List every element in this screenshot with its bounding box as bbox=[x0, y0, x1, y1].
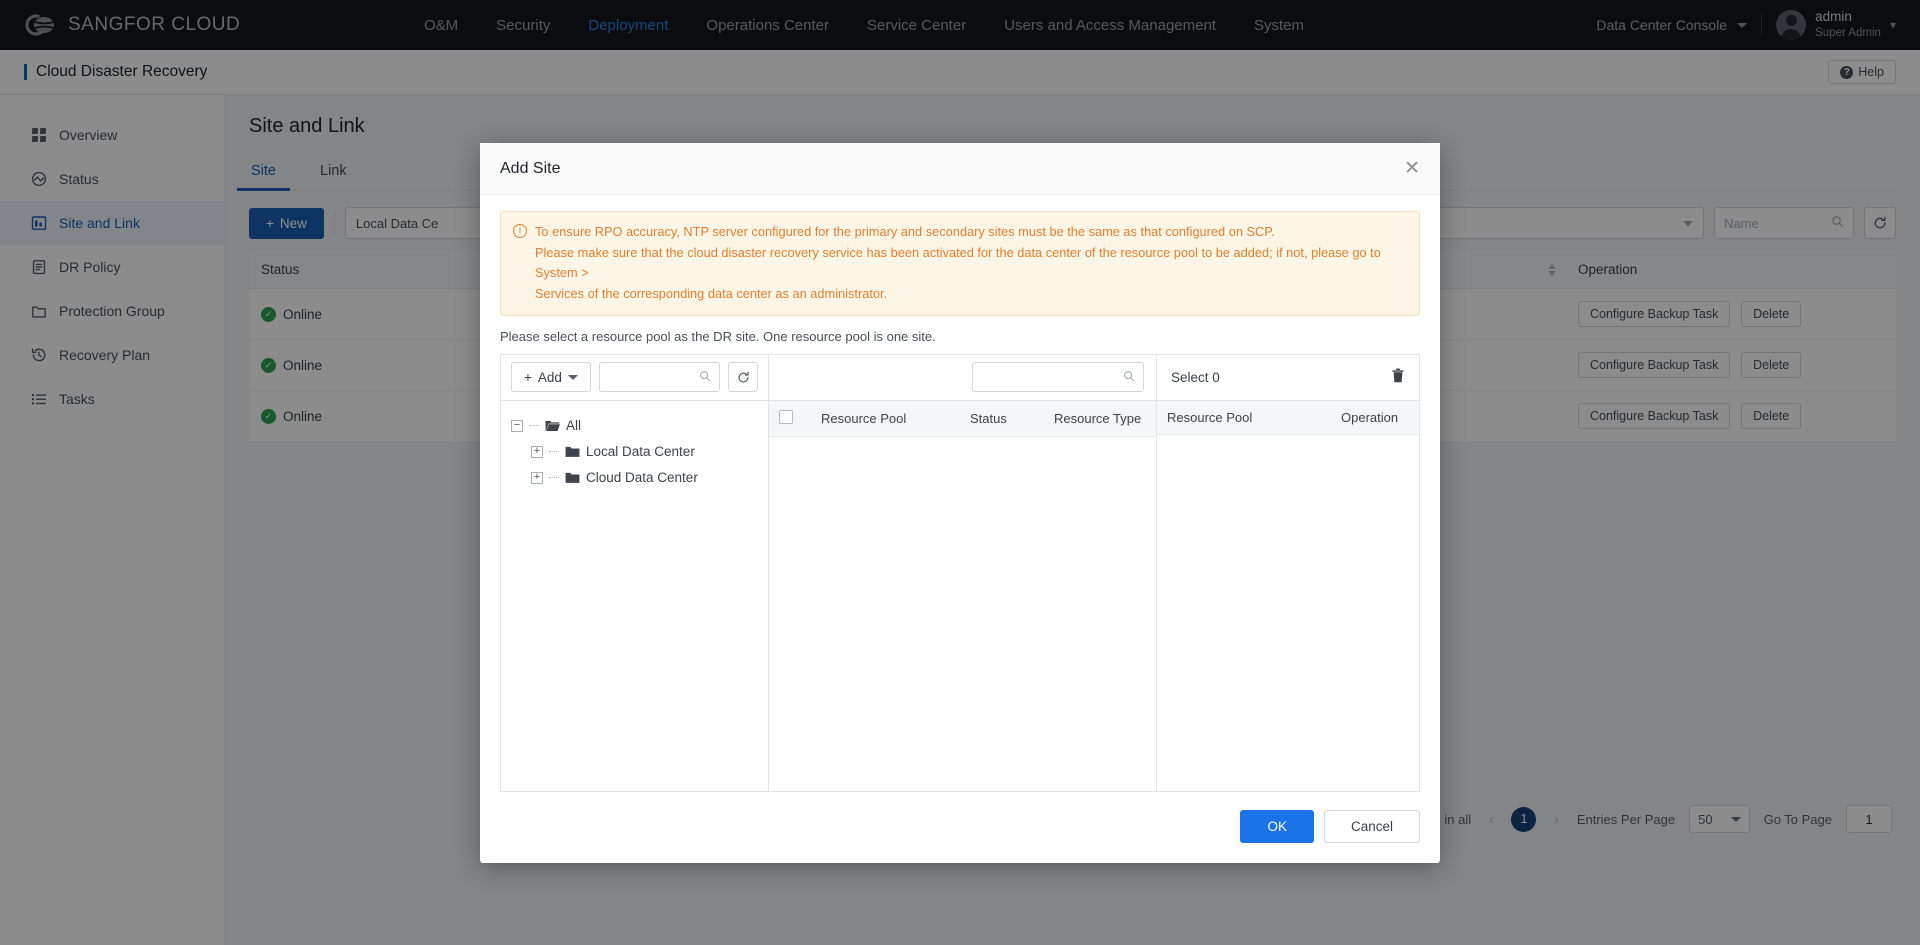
trash-icon[interactable] bbox=[1391, 368, 1405, 386]
add-dropdown-button[interactable]: + Add bbox=[511, 362, 591, 393]
select-all-checkbox[interactable] bbox=[779, 409, 793, 424]
tree-node-label: Local Data Center bbox=[586, 444, 695, 460]
tree-collapse-toggle[interactable]: − bbox=[511, 419, 523, 432]
dialog-header: Add Site ✕ bbox=[480, 143, 1440, 195]
tree-toolbar: + Add bbox=[501, 355, 768, 401]
column-header-resource-pool: Resource Pool bbox=[811, 400, 960, 437]
dialog-body: i To ensure RPO accuracy, NTP server con… bbox=[480, 195, 1440, 810]
tree-node-label: Cloud Data Center bbox=[586, 470, 698, 486]
selected-count-label: Select 0 bbox=[1171, 369, 1220, 385]
tree-node-cloud-data-center[interactable]: + Cloud Data Center bbox=[511, 465, 758, 491]
close-icon[interactable]: ✕ bbox=[1404, 159, 1420, 178]
tree-node-label: All bbox=[566, 418, 582, 434]
alert-line-1: To ensure RPO accuracy, NTP server confi… bbox=[535, 224, 1275, 239]
add-site-dialog: Add Site ✕ i To ensure RPO accuracy, NTP… bbox=[480, 143, 1440, 863]
select-all-header bbox=[769, 400, 811, 437]
tree-expand-toggle[interactable]: + bbox=[531, 445, 543, 458]
plus-icon: + bbox=[524, 369, 532, 385]
cancel-button[interactable]: Cancel bbox=[1323, 809, 1420, 843]
alert-banner: i To ensure RPO accuracy, NTP server con… bbox=[500, 211, 1420, 316]
tree-connector bbox=[549, 451, 559, 453]
alert-line-3: Services of the corresponding data cente… bbox=[535, 286, 888, 302]
tree-node-all[interactable]: − All bbox=[511, 413, 758, 439]
column-header-resource-pool: Resource Pool bbox=[1157, 400, 1331, 435]
resource-pool-pane: Resource Pool Status Resource Type bbox=[769, 354, 1157, 791]
tree-node-local-data-center[interactable]: + Local Data Center bbox=[511, 439, 758, 465]
app-root: SANGFOR CLOUD O&M Security Deployment Op… bbox=[0, 0, 1920, 945]
folder-icon bbox=[565, 472, 580, 484]
dialog-hint: Please select a resource pool as the DR … bbox=[500, 328, 936, 344]
tree-search-input[interactable] bbox=[607, 369, 699, 385]
search-icon bbox=[1123, 369, 1135, 385]
dialog-title: Add Site bbox=[500, 159, 561, 177]
table-header-row: Resource Pool Status Resource Type bbox=[769, 400, 1156, 437]
tree-connector bbox=[549, 477, 559, 479]
resource-pool-toolbar bbox=[769, 355, 1156, 401]
resource-pool-search-box[interactable] bbox=[972, 362, 1144, 393]
tree-connector bbox=[529, 425, 539, 427]
selected-count-bar: Select 0 bbox=[1157, 355, 1419, 401]
selected-table: Resource Pool Operation bbox=[1157, 400, 1419, 435]
folder-open-icon bbox=[545, 420, 560, 432]
alert-text: To ensure RPO accuracy, NTP server confi… bbox=[535, 222, 1407, 305]
dialog-footer: OK Cancel bbox=[480, 809, 1440, 863]
table-header-row: Resource Pool Operation bbox=[1157, 400, 1419, 435]
tree-pane: + Add − All + Local Data Center + Cloud … bbox=[501, 354, 769, 791]
info-icon: i bbox=[513, 224, 527, 238]
ok-button[interactable]: OK bbox=[1240, 809, 1314, 843]
tree-refresh-button[interactable] bbox=[728, 362, 758, 393]
folder-icon bbox=[565, 446, 580, 458]
selector-panes: + Add − All + Local Data Center + Cloud … bbox=[500, 353, 1420, 792]
column-header-resource-type: Resource Type bbox=[1044, 400, 1156, 437]
column-header-status: Status bbox=[960, 400, 1044, 437]
resource-pool-search-input[interactable] bbox=[981, 369, 1123, 385]
tree-search-box[interactable] bbox=[598, 362, 720, 393]
resource-pool-table: Resource Pool Status Resource Type bbox=[769, 400, 1156, 437]
column-header-operation: Operation bbox=[1331, 400, 1419, 435]
chevron-down-icon bbox=[567, 374, 578, 380]
selected-pane: Select 0 Resource Pool Operation bbox=[1157, 355, 1419, 791]
search-icon bbox=[699, 369, 711, 385]
resource-tree: − All + Local Data Center + Cloud Data C… bbox=[501, 401, 768, 503]
tree-expand-toggle[interactable]: + bbox=[531, 471, 543, 484]
add-button-label: Add bbox=[537, 369, 562, 385]
alert-line-2: Please make sure that the cloud disaster… bbox=[535, 244, 1381, 281]
